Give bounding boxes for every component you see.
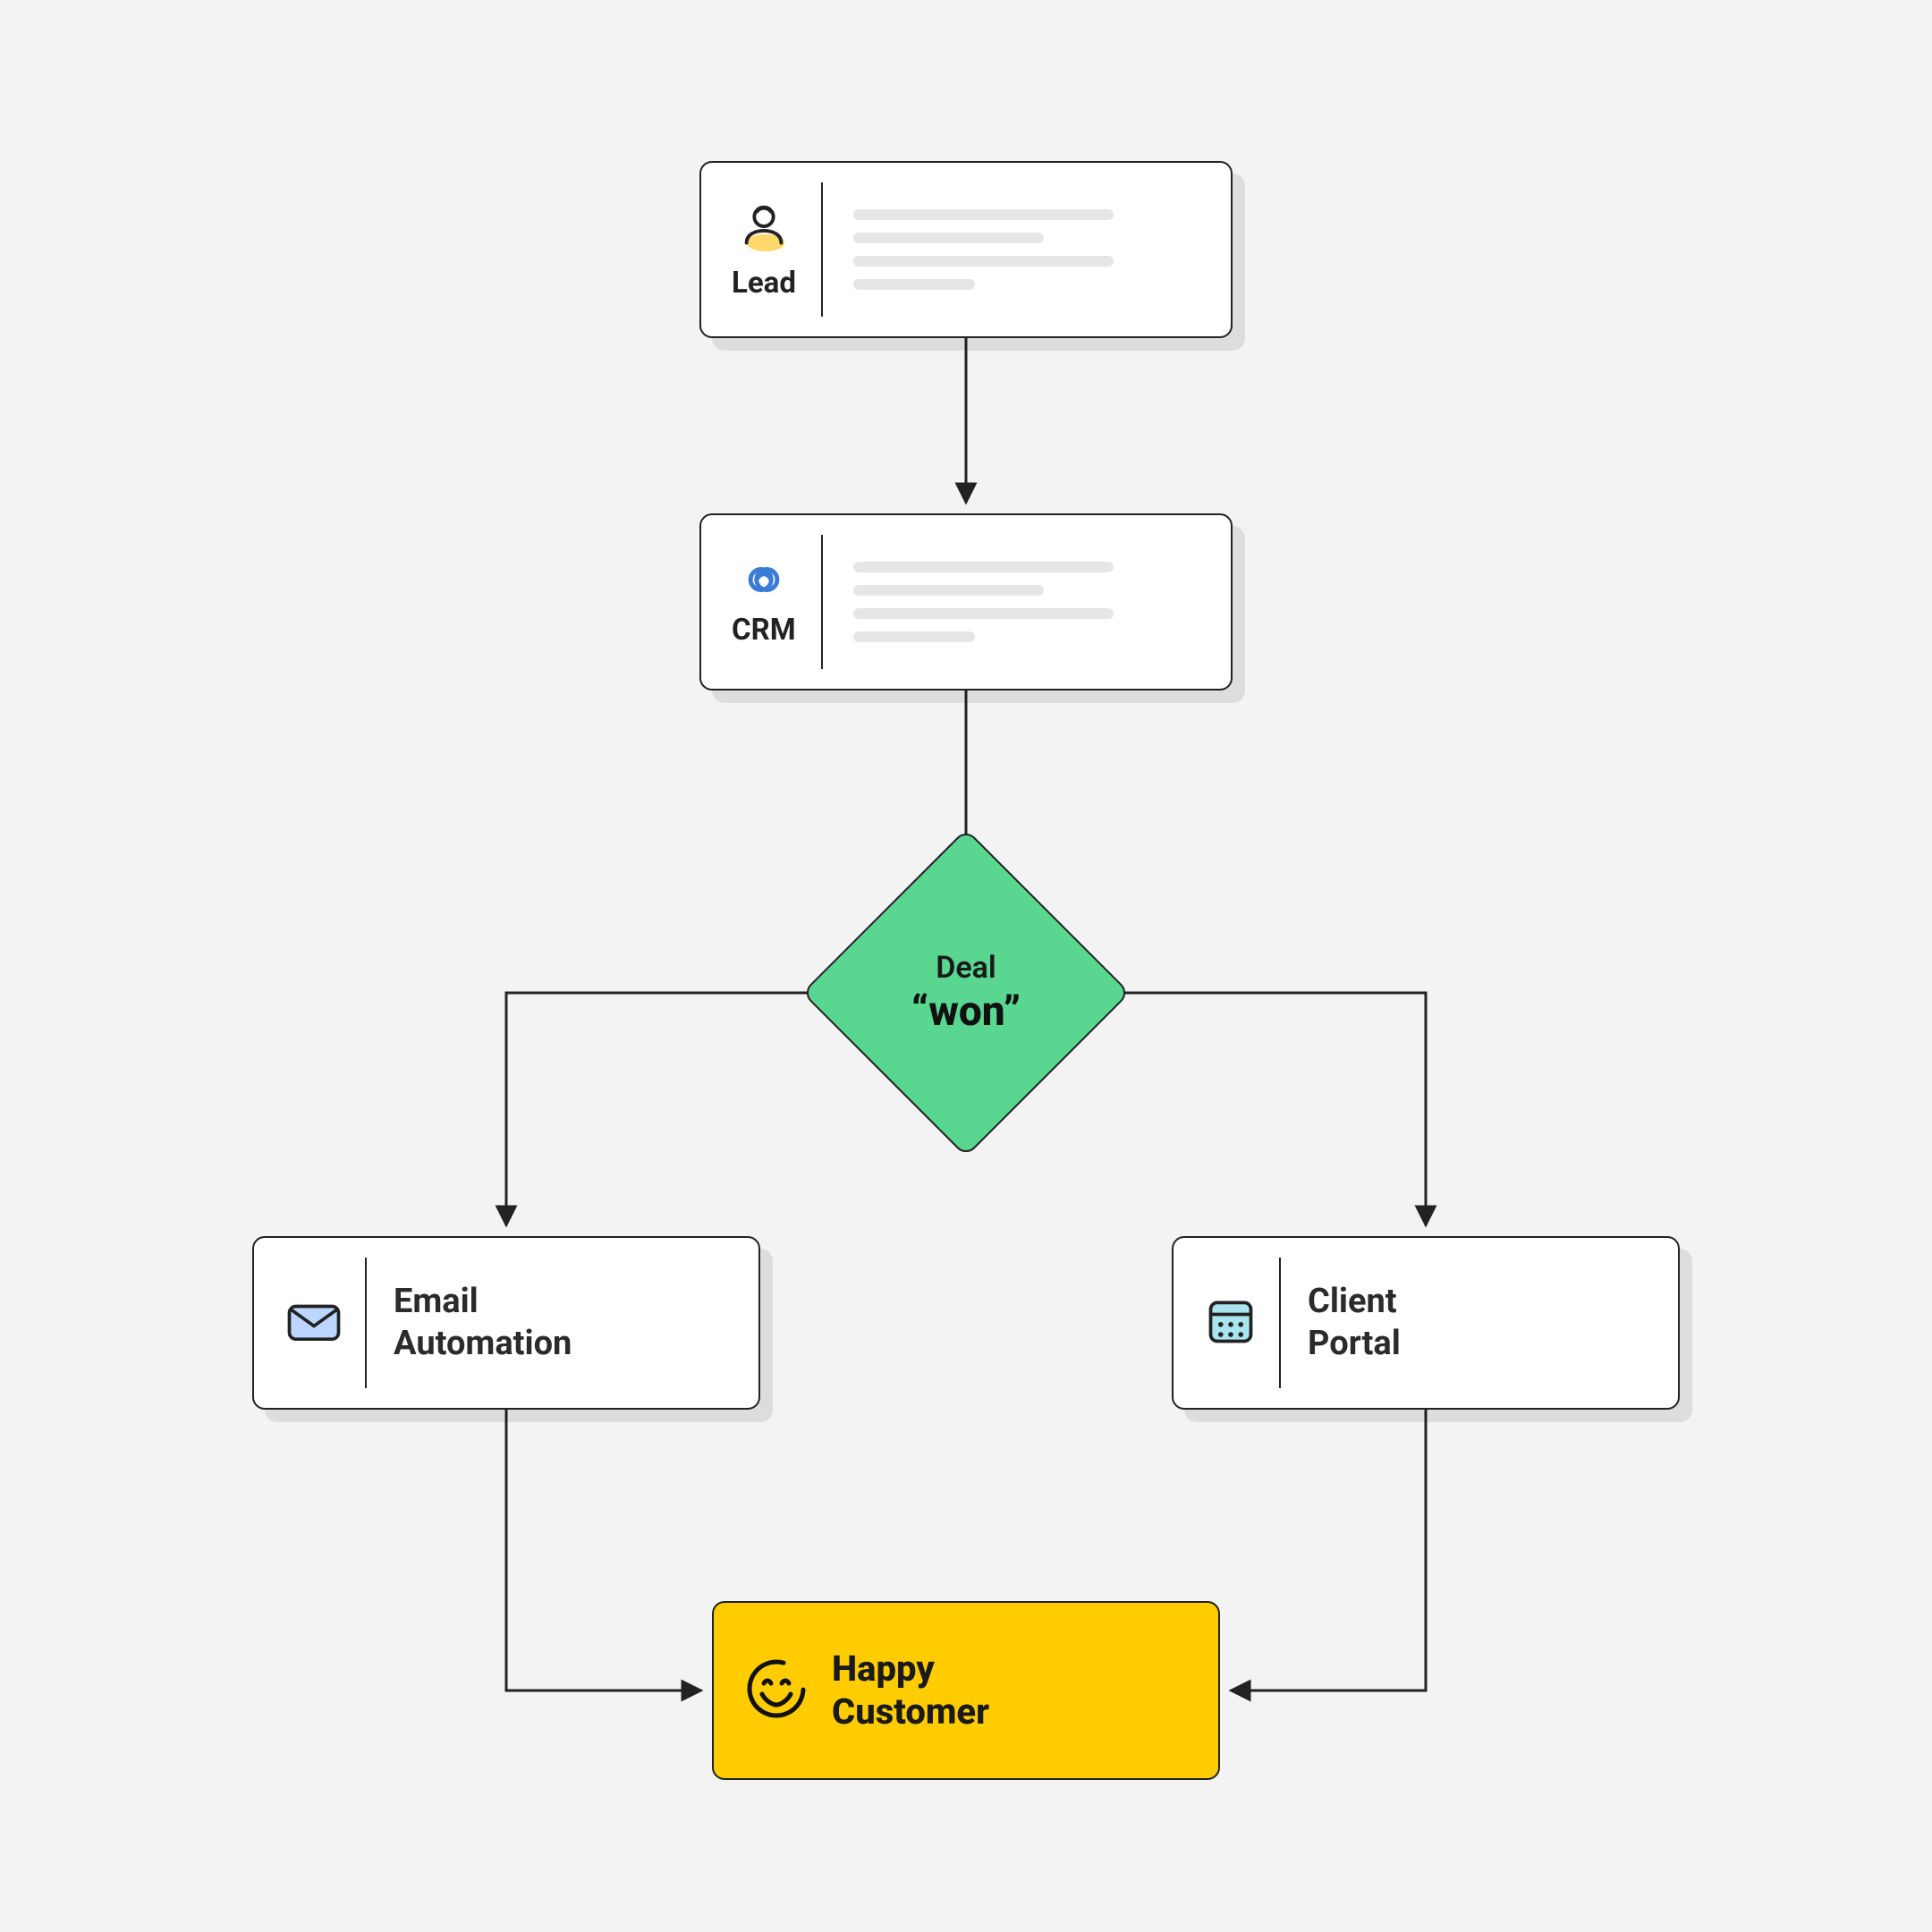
decision-label: Deal [936,950,996,986]
decision-deal-won: Deal “won” [850,877,1082,1109]
node-crm-label: CRM [732,613,796,648]
calendar-icon [1204,1294,1258,1352]
node-result-label: Happy Customer [809,1648,989,1733]
placeholder-lines [823,562,1231,642]
node-lead: Lead [699,161,1233,338]
node-client-portal: Client Portal [1172,1236,1680,1410]
smile-icon [744,1657,809,1724]
node-email-label: Email Automation [367,1281,572,1366]
node-email-automation: Email Automation [252,1236,760,1410]
node-crm: CRM [699,513,1233,691]
mail-icon [284,1298,343,1348]
flow-diagram: Lead CRM Deal “won” [0,0,1932,1932]
decision-value: “won” [911,987,1021,1036]
lead-icon [736,199,792,258]
placeholder-lines [823,209,1231,290]
node-happy-customer: Happy Customer [712,1601,1220,1780]
node-portal-label: Client Portal [1281,1281,1401,1366]
crm-icon [734,557,793,606]
node-lead-label: Lead [732,266,796,301]
